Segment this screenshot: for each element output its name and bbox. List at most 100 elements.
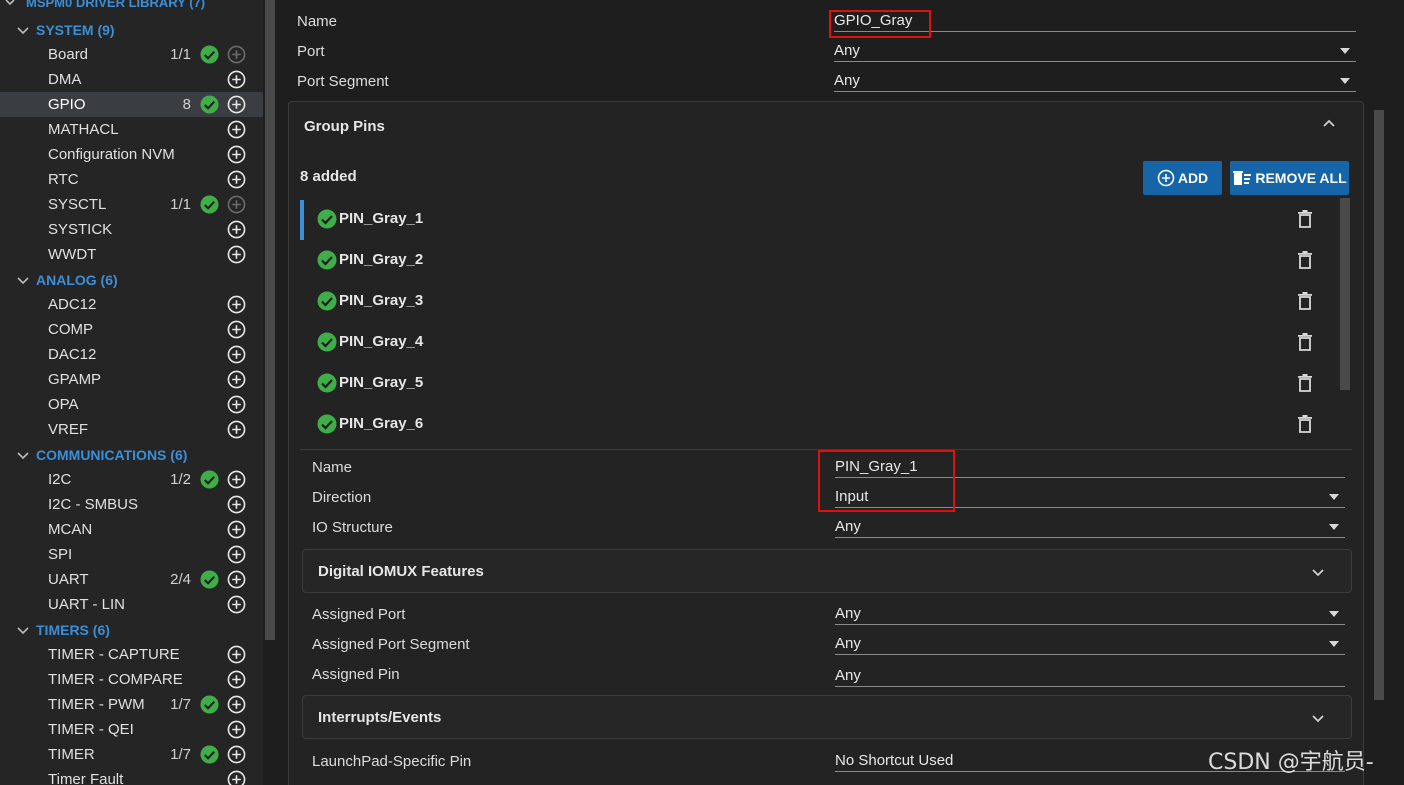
assigned-pin-input[interactable]: Any (835, 665, 1345, 687)
dropdown-caret-icon (1340, 78, 1350, 84)
sidebar-scroll-thumb[interactable] (265, 0, 275, 640)
launchpad-pin-value: No Shortcut Used (835, 752, 954, 769)
sidebar-item-configuration-nvm[interactable]: Configuration NVM (0, 142, 263, 167)
trash-icon[interactable] (1297, 251, 1313, 269)
sidebar-item-opa[interactable]: OPA (0, 392, 263, 417)
sidebar-item-i2c[interactable]: I2C 1/2 (0, 467, 263, 492)
port-segment-select[interactable]: Any (834, 70, 1356, 92)
check-circle-icon (200, 45, 219, 64)
sidebar-item-uart-lin[interactable]: UART - LIN (0, 592, 263, 617)
sidebar-item-label: Timer Fault (48, 771, 124, 785)
sidebar-item-gpio[interactable]: GPIO 8 (0, 92, 263, 117)
add-circle-icon[interactable] (227, 720, 246, 739)
add-circle-icon[interactable] (227, 495, 246, 514)
add-circle-icon[interactable] (227, 295, 246, 314)
add-button-label: ADD (1177, 170, 1209, 186)
sidebar-item-gpamp[interactable]: GPAMP (0, 367, 263, 392)
sidebar-item-comp[interactable]: COMP (0, 317, 263, 342)
sidebar-item-timer[interactable]: TIMER 1/7 (0, 742, 263, 767)
add-circle-icon[interactable] (227, 395, 246, 414)
sidebar-item-timer-pwm[interactable]: TIMER - PWM 1/7 (0, 692, 263, 717)
add-circle-icon[interactable] (227, 145, 246, 164)
add-circle-icon[interactable] (227, 545, 246, 564)
add-circle-icon[interactable] (227, 70, 246, 89)
assigned-segment-select[interactable]: Any (835, 633, 1345, 655)
pin-row[interactable]: PIN_Gray_5 (300, 362, 1338, 403)
add-circle-icon[interactable] (227, 470, 246, 489)
add-circle-icon[interactable] (227, 345, 246, 364)
add-circle-icon[interactable] (227, 745, 246, 764)
category-timers[interactable]: TIMERS (6) (0, 617, 263, 642)
pin-row[interactable]: PIN_Gray_3 (300, 280, 1338, 321)
instance-count: 8 (182, 96, 191, 113)
assigned-pin-value: Any (835, 667, 861, 684)
pin-list-scrollbar[interactable] (1340, 198, 1350, 390)
sidebar-item-timer-fault[interactable]: Timer Fault (0, 767, 263, 785)
category-system[interactable]: SYSTEM (9) (0, 17, 263, 42)
sidebar-item-spi[interactable]: SPI (0, 542, 263, 567)
add-circle-icon[interactable] (227, 320, 246, 339)
sidebar-item-timer-compare[interactable]: TIMER - COMPARE (0, 667, 263, 692)
library-header[interactable]: MSPM0 DRIVER LIBRARY (7) (4, 0, 205, 11)
trash-icon[interactable] (1297, 292, 1313, 310)
trash-icon[interactable] (1297, 210, 1313, 228)
main-scrollbar[interactable] (1372, 0, 1386, 785)
sidebar-item-uart[interactable]: UART 2/4 (0, 567, 263, 592)
sidebar-item-sysctl[interactable]: SYSCTL 1/1 (0, 192, 263, 217)
sidebar-item-systick[interactable]: SYSTICK (0, 217, 263, 242)
sidebar-item-board[interactable]: Board 1/1 (0, 42, 263, 67)
add-circle-icon[interactable] (227, 170, 246, 189)
add-circle-icon[interactable] (227, 520, 246, 539)
add-circle-icon[interactable] (227, 670, 246, 689)
port-select[interactable]: Any (834, 40, 1356, 62)
trash-icon[interactable] (1297, 374, 1313, 392)
add-circle-icon[interactable] (227, 370, 246, 389)
add-circle-icon[interactable] (227, 645, 246, 664)
sidebar-item-rtc[interactable]: RTC (0, 167, 263, 192)
sidebar-item-label: MCAN (48, 521, 93, 538)
interrupts-events-section[interactable]: Interrupts/Events (302, 695, 1352, 739)
io-structure-select[interactable]: Any (835, 516, 1345, 538)
category-communications[interactable]: COMMUNICATIONS (6) (0, 442, 263, 467)
sidebar-item-dac12[interactable]: DAC12 (0, 342, 263, 367)
add-circle-icon[interactable] (227, 120, 246, 139)
trash-icon[interactable] (1297, 415, 1313, 433)
pin-row[interactable]: PIN_Gray_6 (300, 403, 1338, 444)
sidebar-scrollbar[interactable] (263, 0, 277, 785)
add-circle-icon[interactable] (227, 695, 246, 714)
add-circle-icon[interactable] (227, 195, 246, 214)
sidebar-item-vref[interactable]: VREF (0, 417, 263, 442)
add-circle-icon[interactable] (227, 570, 246, 589)
pin-row[interactable]: PIN_Gray_4 (300, 321, 1338, 362)
add-circle-icon[interactable] (227, 420, 246, 439)
sidebar-item-wwdt[interactable]: WWDT (0, 242, 263, 267)
sidebar-item-mcan[interactable]: MCAN (0, 517, 263, 542)
sidebar-item-adc12[interactable]: ADC12 (0, 292, 263, 317)
add-circle-icon[interactable] (227, 595, 246, 614)
category-analog[interactable]: ANALOG (6) (0, 267, 263, 292)
sidebar-item-i2c-smbus[interactable]: I2C - SMBUS (0, 492, 263, 517)
trash-icon[interactable] (1297, 333, 1313, 351)
sidebar-item-label: ADC12 (48, 296, 97, 313)
digital-iomux-section[interactable]: Digital IOMUX Features (302, 549, 1352, 593)
remove-all-button[interactable]: REMOVE ALL (1230, 161, 1349, 195)
dropdown-caret-icon (1329, 524, 1339, 530)
module-sidebar: MSPM0 DRIVER LIBRARY (7) SYSTEM (9) ANAL… (0, 0, 263, 785)
sidebar-item-label: DMA (48, 71, 82, 88)
add-circle-icon[interactable] (227, 95, 246, 114)
main-scroll-thumb[interactable] (1374, 110, 1384, 700)
pin-row[interactable]: PIN_Gray_2 (300, 239, 1338, 280)
sidebar-item-timer-qei[interactable]: TIMER - QEI (0, 717, 263, 742)
add-circle-icon[interactable] (227, 770, 246, 785)
add-circle-icon[interactable] (227, 45, 246, 64)
sidebar-item-label: TIMER - COMPARE (48, 671, 183, 688)
sidebar-item-timer-capture[interactable]: TIMER - CAPTURE (0, 642, 263, 667)
pin-row[interactable]: PIN_Gray_1 (300, 198, 1338, 240)
assigned-port-select[interactable]: Any (835, 603, 1345, 625)
add-pin-button[interactable]: ADD (1143, 161, 1222, 195)
sidebar-item-dma[interactable]: DMA (0, 67, 263, 92)
chevron-up-icon[interactable] (1322, 117, 1336, 131)
add-circle-icon[interactable] (227, 220, 246, 239)
add-circle-icon[interactable] (227, 245, 246, 264)
sidebar-item-mathacl[interactable]: MATHACL (0, 117, 263, 142)
